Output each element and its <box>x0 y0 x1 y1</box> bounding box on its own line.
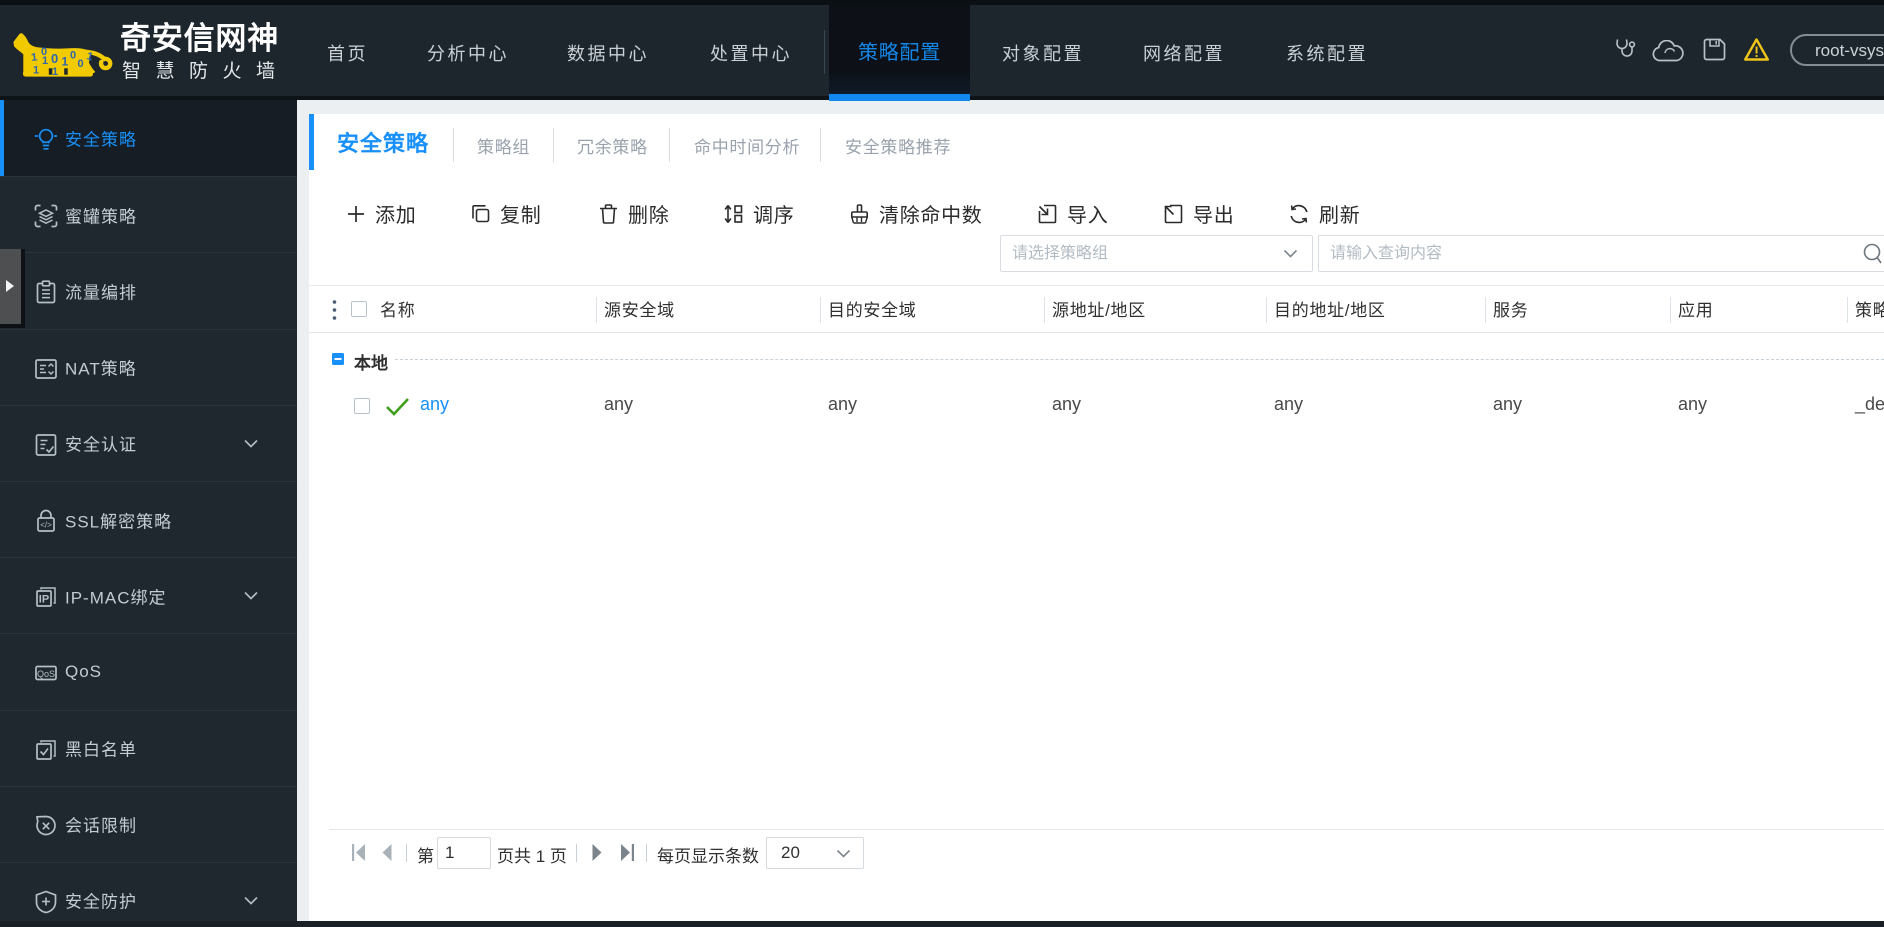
svg-text:1: 1 <box>62 55 69 69</box>
svg-text:</>: </> <box>40 520 52 529</box>
svg-text:QoS: QoS <box>37 669 55 679</box>
svg-text:IP: IP <box>39 594 49 606</box>
svg-text:1: 1 <box>31 51 38 64</box>
svg-text:1: 1 <box>52 66 58 78</box>
svg-text:0: 0 <box>78 58 84 70</box>
svg-text:0: 0 <box>70 50 76 62</box>
svg-text:1: 1 <box>42 55 48 67</box>
svg-text:0: 0 <box>51 51 58 66</box>
svg-text:1: 1 <box>33 65 39 77</box>
